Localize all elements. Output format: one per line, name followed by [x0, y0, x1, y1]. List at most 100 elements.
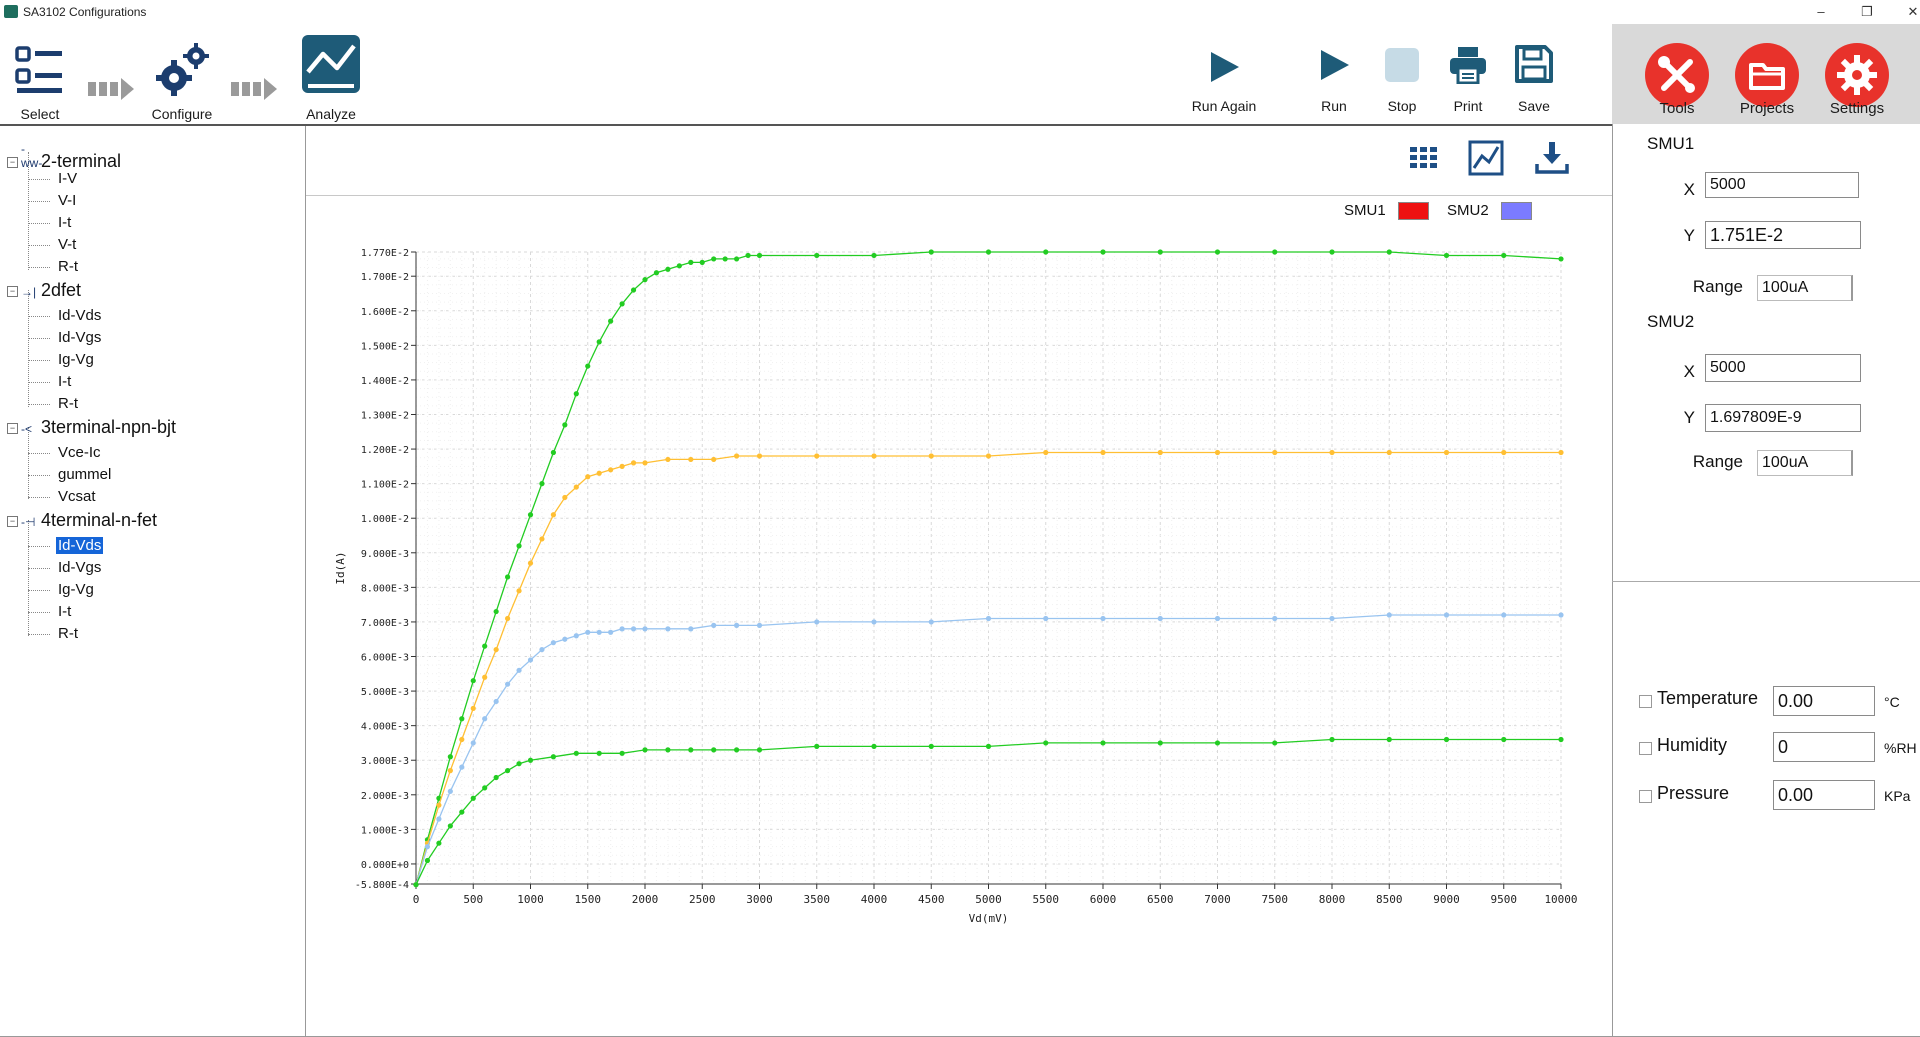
smu1-x-field[interactable] — [1705, 172, 1859, 198]
x-tick-label: 7000 — [1204, 893, 1231, 906]
table-view-icon[interactable] — [1406, 140, 1442, 176]
smu2-x-field[interactable] — [1705, 354, 1861, 382]
humidity-checkbox[interactable] — [1639, 742, 1652, 755]
data-point — [1157, 249, 1163, 255]
data-point — [424, 844, 431, 850]
data-point — [1443, 449, 1450, 456]
data-point — [928, 249, 934, 255]
close-button[interactable]: ✕ — [1895, 2, 1920, 22]
tree-item-V-t[interactable]: V-t — [56, 236, 78, 253]
data-point — [562, 636, 568, 642]
run-again-button[interactable]: Run Again — [1185, 44, 1263, 124]
collapse-icon[interactable]: − — [7, 156, 18, 168]
collapse-icon[interactable]: − — [7, 515, 18, 527]
data-point — [573, 750, 579, 756]
tree-item-R-t[interactable]: R-t — [56, 395, 80, 412]
pressure-checkbox[interactable] — [1639, 790, 1652, 803]
x-tick-label: 7500 — [1262, 893, 1289, 906]
data-point — [482, 643, 488, 649]
tree-item-I-V[interactable]: I-V — [56, 170, 79, 187]
data-point — [550, 449, 556, 456]
smu2-y-field[interactable] — [1705, 404, 1861, 432]
settings-button[interactable]: Settings — [1812, 24, 1902, 124]
select-step-button[interactable]: Select — [10, 34, 70, 122]
analyze-step-button[interactable]: Analyze — [298, 32, 364, 122]
data-point — [505, 574, 511, 580]
data-point — [665, 266, 671, 272]
print-button[interactable]: Print — [1444, 44, 1492, 124]
data-point — [459, 764, 465, 770]
tree-group-2dfet[interactable]: − →| 2dfet — [7, 280, 81, 301]
data-point — [1501, 449, 1507, 456]
data-point — [573, 391, 579, 397]
humidity-unit: %RH — [1884, 740, 1917, 756]
smu2-range-label: Range — [1692, 452, 1743, 471]
tree-item-gummel[interactable]: gummel — [56, 466, 113, 483]
pressure-field[interactable] — [1773, 780, 1875, 810]
x-tick-label: 4000 — [861, 893, 888, 906]
smu2-range-field[interactable] — [1757, 450, 1853, 476]
minimize-button[interactable]: – — [1803, 2, 1839, 22]
data-point — [596, 750, 602, 756]
tree-item-R-t[interactable]: R-t — [56, 258, 80, 275]
tree-group-4terminal-n-fet[interactable]: − -⊣ 4terminal-n-fet — [7, 510, 157, 531]
tree-item-I-t[interactable]: I-t — [56, 214, 73, 231]
tree-item-Vcsat[interactable]: Vcsat — [56, 488, 98, 505]
legend-smu2-label: SMU2 — [1447, 202, 1489, 219]
data-point — [493, 646, 499, 653]
data-point — [482, 716, 488, 722]
y-tick-label: 6.000E-3 — [361, 653, 409, 664]
tree-item-V-I[interactable]: V-I — [56, 192, 78, 209]
tree-group-3terminal-npn-bjt[interactable]: − -< 3terminal-npn-bjt — [7, 417, 176, 438]
smu1-y-field[interactable] — [1705, 221, 1861, 249]
data-point — [608, 629, 614, 635]
data-point — [1214, 249, 1221, 255]
x-tick-label: 0 — [413, 893, 420, 906]
save-button[interactable]: Save — [1510, 44, 1558, 124]
x-tick-label: 6500 — [1147, 893, 1174, 906]
data-point — [814, 252, 820, 259]
stop-button[interactable]: Stop — [1378, 44, 1426, 124]
temperature-checkbox[interactable] — [1639, 695, 1652, 708]
tree-item-R-t[interactable]: R-t — [56, 625, 80, 642]
data-point — [1157, 449, 1163, 456]
data-point — [1501, 736, 1507, 743]
chart-view-icon[interactable] — [1468, 140, 1504, 176]
data-point — [688, 259, 694, 265]
data-point — [814, 743, 820, 749]
collapse-icon[interactable]: − — [7, 422, 18, 434]
collapse-icon[interactable]: − — [7, 285, 18, 297]
tools-button[interactable]: Tools — [1632, 24, 1722, 124]
run-button[interactable]: Run — [1310, 44, 1358, 124]
tree-item-Ig-Vg[interactable]: Ig-Vg — [56, 351, 96, 368]
data-point — [734, 256, 740, 262]
data-point — [871, 619, 877, 625]
tree-item-Id-Vds-selected[interactable]: Id-Vds — [56, 537, 104, 554]
data-point — [1501, 252, 1507, 259]
smu1-range-field[interactable] — [1757, 275, 1853, 301]
tree-item-Ig-Vg[interactable]: Ig-Vg — [56, 581, 96, 598]
tools-label: Tools — [1659, 100, 1695, 117]
tree-item-Vce-Ic[interactable]: Vce-Ic — [56, 444, 103, 461]
humidity-field[interactable] — [1773, 732, 1875, 762]
tree-item-Id-Vds[interactable]: Id-Vds — [56, 307, 103, 324]
temperature-unit: °C — [1884, 694, 1900, 710]
restore-button[interactable]: ❐ — [1849, 2, 1885, 22]
data-point — [665, 747, 671, 753]
humidity-label: Humidity — [1657, 735, 1728, 755]
projects-button[interactable]: Projects — [1722, 24, 1812, 124]
data-point — [756, 252, 763, 259]
data-point — [562, 494, 568, 501]
configure-step-button[interactable]: Configure — [146, 34, 218, 122]
y-tick-label: 0.000E+0 — [361, 860, 409, 871]
tree-item-I-t[interactable]: I-t — [56, 603, 73, 620]
diode-icon: →| — [21, 285, 37, 299]
data-point — [505, 681, 511, 687]
temperature-field[interactable] — [1773, 686, 1875, 716]
tree-group-2-terminal[interactable]: −-ww-2-terminal — [7, 142, 121, 172]
data-point — [1443, 736, 1450, 743]
tree-item-Id-Vgs[interactable]: Id-Vgs — [56, 329, 103, 346]
tree-item-I-t[interactable]: I-t — [56, 373, 73, 390]
tree-item-Id-Vgs[interactable]: Id-Vgs — [56, 559, 103, 576]
export-download-icon[interactable] — [1534, 140, 1570, 176]
